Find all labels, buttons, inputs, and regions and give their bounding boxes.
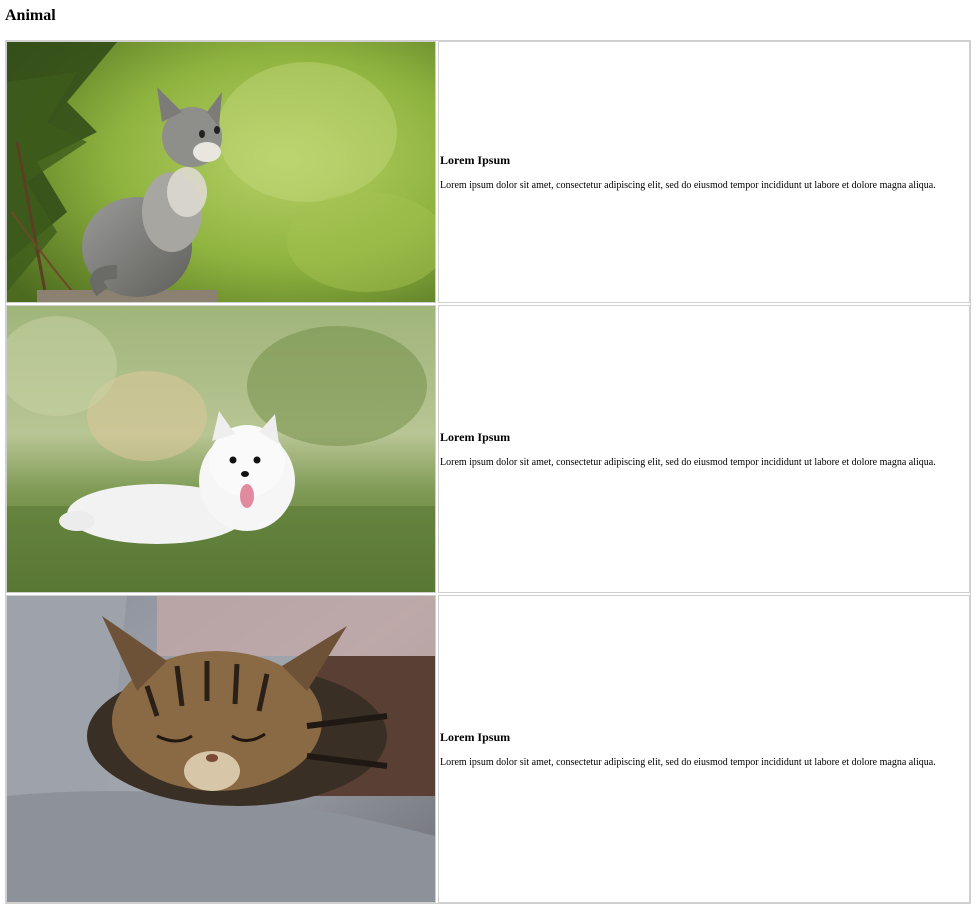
text-cell: Lorem Ipsum Lorem ipsum dolor sit amet, … (438, 305, 970, 593)
page: Animal Lorem Ipsum Lorem ipsum dolor sit… (0, 0, 977, 912)
card-text: Lorem ipsum dolor sit amet, consectetur … (440, 456, 936, 468)
sleeping-tabby-cat-photo (7, 596, 435, 902)
card-heading: Lorem Ipsum (440, 152, 511, 167)
image-cell (6, 595, 436, 903)
card-text: Lorem ipsum dolor sit amet, consectetur … (440, 179, 936, 191)
kitten-on-branch-photo (7, 42, 435, 302)
text-cell: Lorem Ipsum Lorem ipsum dolor sit amet, … (438, 41, 970, 303)
table-row: Lorem Ipsum Lorem ipsum dolor sit amet, … (6, 41, 970, 303)
card-text: Lorem ipsum dolor sit amet, consectetur … (440, 756, 936, 768)
image-cell (6, 41, 436, 303)
card-heading: Lorem Ipsum (440, 429, 511, 444)
table-row: Lorem Ipsum Lorem ipsum dolor sit amet, … (6, 305, 970, 593)
white-puppy-on-grass-photo (7, 306, 435, 592)
card-heading: Lorem Ipsum (440, 729, 511, 744)
text-cell: Lorem Ipsum Lorem ipsum dolor sit amet, … (438, 595, 970, 903)
page-title: Animal (5, 7, 56, 24)
table-row: Lorem Ipsum Lorem ipsum dolor sit amet, … (6, 595, 970, 903)
image-cell (6, 305, 436, 593)
animal-table: Lorem Ipsum Lorem ipsum dolor sit amet, … (5, 40, 971, 904)
